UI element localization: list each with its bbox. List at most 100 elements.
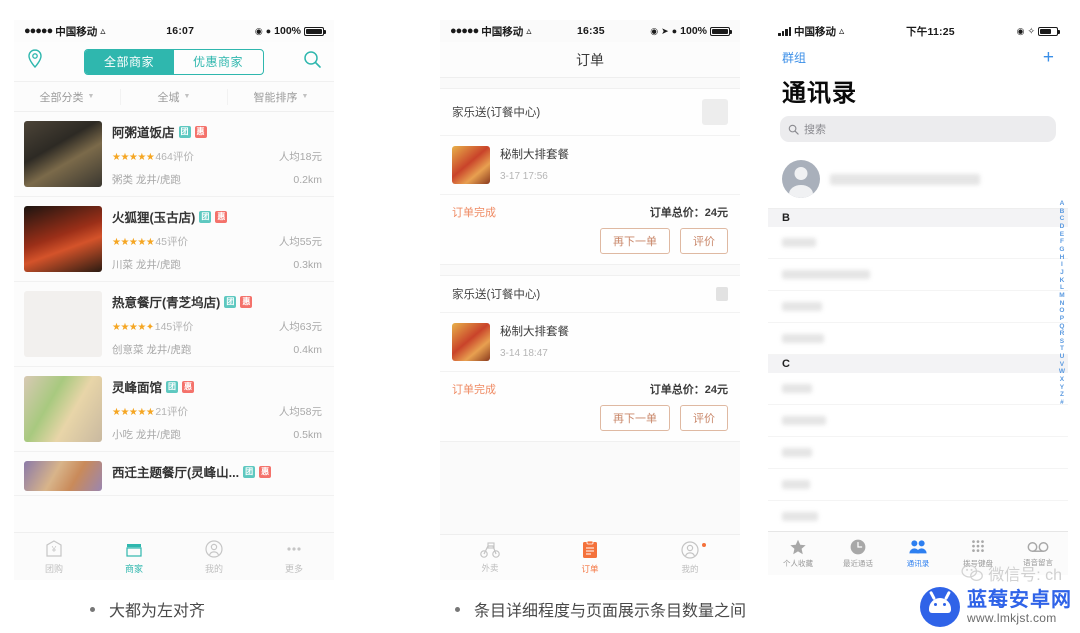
review-button[interactable]: 评价 [680, 405, 728, 431]
reorder-button[interactable]: 再下一单 [600, 405, 670, 431]
rating-stars: ★★★★★ [112, 237, 155, 248]
order-total: 订单总价：24元 [649, 207, 728, 219]
index-letter[interactable]: Q [1059, 323, 1064, 331]
index-letter[interactable]: T [1060, 345, 1064, 353]
index-letter[interactable]: N [1060, 300, 1065, 308]
index-letter[interactable]: U [1060, 353, 1065, 361]
status-time: 16:07 [166, 25, 195, 37]
search-icon [788, 124, 799, 135]
index-letter[interactable]: S [1060, 338, 1064, 346]
alphabet-index-bar[interactable]: A B C D E F G H I J K L M N O P Q R S T U V W X Y Z # [1059, 200, 1065, 407]
filter-bar: 全部分类 ▼ 全城 ▼ 智能排序 ▼ [14, 82, 334, 112]
index-letter[interactable]: Z [1060, 391, 1064, 399]
tab-orders[interactable]: 订单 [540, 535, 640, 580]
filter-region[interactable]: 全城 ▼ [121, 88, 228, 105]
rating-stars: ★★★★★ [112, 152, 155, 163]
add-contact-icon[interactable]: + [1043, 48, 1054, 67]
list-item[interactable] [768, 469, 1068, 501]
list-item[interactable] [768, 291, 1068, 323]
list-item[interactable] [768, 501, 1068, 533]
restaurant-category: 创意菜 龙井/虎跑 [112, 344, 192, 356]
index-letter[interactable]: P [1060, 315, 1064, 323]
segmented-control[interactable]: 全部商家 优惠商家 [83, 48, 264, 75]
tab-label: 个人收藏 [783, 559, 813, 568]
index-letter[interactable]: F [1060, 238, 1064, 246]
index-letter[interactable]: V [1060, 361, 1064, 369]
status-time: 16:35 [576, 25, 605, 37]
review-button[interactable]: 评价 [680, 228, 728, 254]
list-item[interactable]: 灵峰面馆 团 惠 ★★★★★21评价 人均58元 小吃 龙井/虎跑 0.5km [14, 367, 334, 452]
index-letter[interactable]: D [1060, 223, 1065, 231]
tab-merchants[interactable]: 商家 [94, 533, 174, 580]
filter-sort[interactable]: 智能排序 ▼ [228, 89, 334, 105]
order-card[interactable]: 家乐送(订餐中心) 秘制大排套餐 3-17 17:56 订单完成 订单总价：24… [440, 88, 740, 265]
group-buy-tag: 团 [243, 465, 256, 478]
tab-more[interactable]: 更多 [254, 533, 334, 580]
index-letter[interactable]: Y [1060, 384, 1064, 392]
tab-groupon[interactable]: ¥ 团购 [14, 533, 94, 580]
my-name-redacted [830, 173, 980, 185]
battery-percent: 100% [680, 25, 707, 37]
tab-takeout[interactable]: 外卖 [440, 535, 540, 580]
index-letter[interactable]: L [1060, 284, 1064, 292]
avg-price: 人均55元 [278, 236, 322, 248]
contact-name-redacted [782, 270, 870, 279]
list-item[interactable] [768, 259, 1068, 291]
list-item[interactable]: 阿粥道饭店 团 惠 ★★★★★464评价 人均18元 粥类 龙井/虎跑 0.2k… [14, 112, 334, 197]
list-item[interactable] [768, 323, 1068, 355]
segment-all-merchants[interactable]: 全部商家 [84, 49, 174, 74]
index-letter[interactable]: J [1060, 269, 1064, 277]
delete-icon[interactable] [702, 99, 728, 125]
search-icon[interactable] [303, 50, 322, 74]
rating-stars: ★★★★✦ [112, 322, 154, 333]
filter-category[interactable]: 全部分类 ▼ [14, 88, 121, 105]
index-letter[interactable]: # [1060, 399, 1064, 407]
index-letter[interactable]: K [1060, 277, 1065, 285]
status-time: 下午11:25 [906, 25, 955, 38]
tab-mine[interactable]: 我的 [640, 535, 740, 580]
bluetooth-icon: ✧ [1027, 25, 1035, 36]
index-letter[interactable]: C [1060, 215, 1065, 223]
restaurant-name: 火狐狸(玉古店) 团 惠 [112, 210, 228, 225]
delete-icon[interactable] [716, 287, 728, 301]
index-letter[interactable]: I [1061, 261, 1063, 269]
order-item-thumbnail [452, 146, 490, 184]
tab-favorites[interactable]: 个人收藏 [768, 532, 828, 575]
list-item[interactable]: 热意餐厅(青芝坞店) 团 惠 ★★★★✦145评价 人均63元 创意菜 龙井/虎… [14, 282, 334, 367]
group-buy-tag: 团 [166, 380, 179, 393]
tab-mine[interactable]: 我的 [174, 533, 254, 580]
index-letter[interactable]: A [1060, 200, 1065, 208]
restaurant-category: 小吃 龙井/虎跑 [112, 429, 181, 441]
list-item[interactable] [768, 405, 1068, 437]
wechat-watermark: 微信号: ch [961, 561, 1062, 585]
list-item[interactable]: 火狐狸(玉古店) 团 惠 ★★★★★45评价 人均55元 川菜 龙井/虎跑 0.… [14, 197, 334, 282]
scooter-icon [480, 542, 500, 558]
reorder-button[interactable]: 再下一单 [600, 228, 670, 254]
order-card[interactable]: 家乐送(订餐中心) 秘制大排套餐 3-14 18:47 订单完成 订单总价：24… [440, 275, 740, 442]
index-letter[interactable]: B [1060, 208, 1065, 216]
index-letter[interactable]: R [1060, 330, 1065, 338]
list-item[interactable] [768, 227, 1068, 259]
index-letter[interactable]: O [1059, 307, 1064, 315]
index-letter[interactable]: H [1060, 254, 1065, 262]
index-letter[interactable]: G [1059, 246, 1064, 254]
status-bar-3: 中国移动 ▵ 下午11:25 ◉ ✧ [768, 20, 1068, 42]
status-bar-2: ●●●●● 中国移动 ▵ 16:35 ◉ ➤ ● 100% [440, 20, 740, 42]
index-letter[interactable]: M [1059, 292, 1064, 300]
list-item[interactable] [768, 437, 1068, 469]
index-letter[interactable]: W [1059, 368, 1065, 376]
contact-name-redacted [782, 302, 822, 311]
list-item[interactable] [768, 373, 1068, 405]
index-letter[interactable]: X [1060, 376, 1064, 384]
my-card-row[interactable] [768, 152, 1068, 209]
tab-recents[interactable]: 最近通话 [828, 532, 888, 575]
site-name: 蓝莓安卓网 [967, 588, 1072, 611]
tab-contacts[interactable]: 通讯录 [888, 532, 948, 575]
chevron-down-icon: ▼ [87, 93, 95, 100]
list-item[interactable]: 西迁主题餐厅(灵峰山... 团 惠 [14, 452, 334, 496]
location-pin-icon[interactable] [26, 49, 44, 74]
segment-deal-merchants[interactable]: 优惠商家 [174, 50, 263, 74]
search-input[interactable]: 搜索 [780, 116, 1056, 142]
groups-button[interactable]: 群组 [782, 49, 806, 66]
index-letter[interactable]: E [1060, 231, 1064, 239]
